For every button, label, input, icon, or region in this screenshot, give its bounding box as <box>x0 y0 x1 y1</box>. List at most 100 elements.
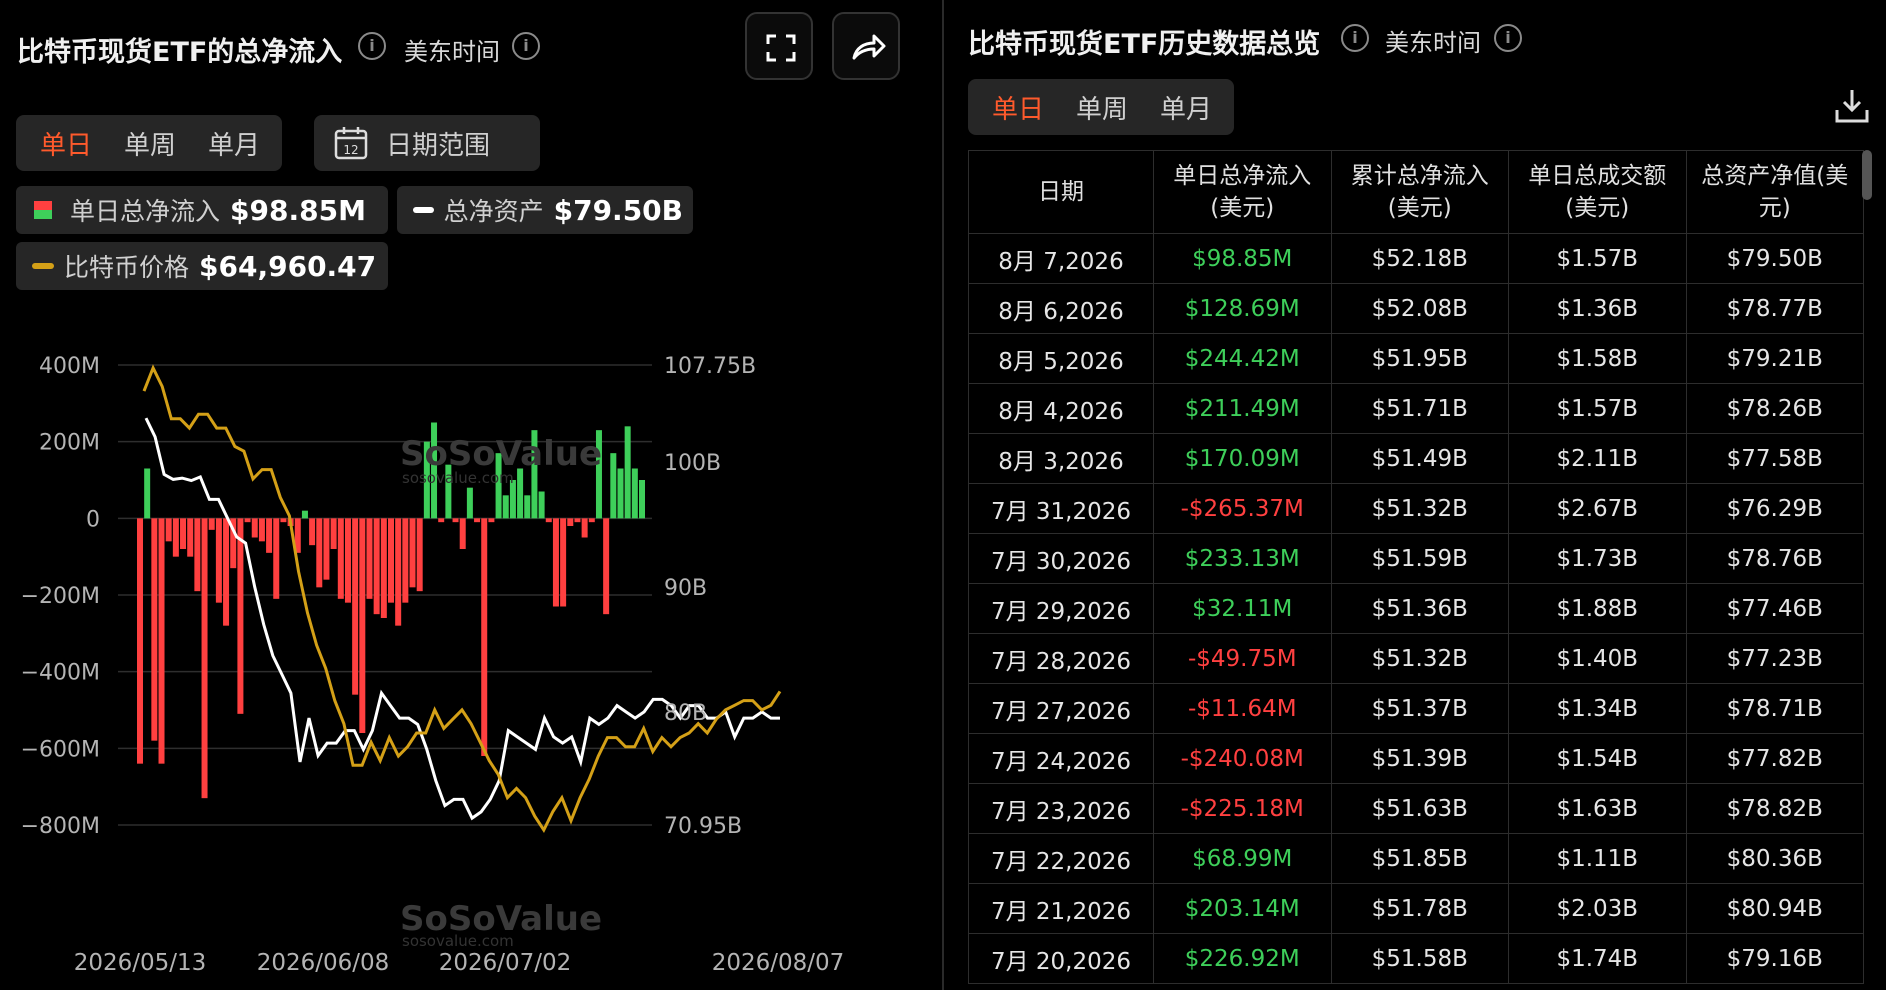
download-button[interactable] <box>1832 86 1872 130</box>
table-scrollbar[interactable] <box>1862 150 1872 200</box>
tab-daily[interactable]: 单日 <box>24 125 108 162</box>
cell-net-assets: $78.77B <box>1685 283 1864 334</box>
bar <box>639 480 645 519</box>
cell-cumulative-inflow: $52.08B <box>1330 283 1509 334</box>
watermark-url: sosovalue.com <box>402 469 514 487</box>
legend-inflow-label: 单日总净流入 <box>70 197 221 226</box>
cell-daily-volume: $1.36B <box>1508 283 1687 334</box>
bar <box>280 518 287 523</box>
tab-weekly[interactable]: 单周 <box>108 125 192 162</box>
col-cumulative-inflow[interactable]: 累计总净流入(美元) <box>1330 150 1509 234</box>
cell-daily-inflow: -$225.18M <box>1153 783 1332 834</box>
x-tick-label: 2026/05/13 <box>74 950 207 976</box>
info-icon[interactable]: i <box>1494 24 1522 52</box>
cell-net-assets: $79.21B <box>1685 333 1864 384</box>
cell-cumulative-inflow: $51.39B <box>1330 733 1509 784</box>
tab-monthly[interactable]: 单月 <box>192 125 276 162</box>
table-row: 8月 3,2026 $170.09M $51.49B $2.11B $77.58B <box>968 433 1864 484</box>
cell-net-assets: $79.50B <box>1685 233 1864 284</box>
cell-daily-volume: $1.57B <box>1508 383 1687 434</box>
cell-cumulative-inflow: $51.37B <box>1330 683 1509 734</box>
bar <box>459 518 466 549</box>
y-right-tick-label: 80B <box>664 701 707 726</box>
info-icon[interactable]: i <box>358 32 386 60</box>
cell-daily-volume: $1.73B <box>1508 533 1687 584</box>
legend-inflow[interactable]: 单日总净流入 $98.85M <box>16 186 388 234</box>
inflow-chart[interactable]: 400M 200M 0 −200M −400M −600M −800M 107.75B 100… <box>0 340 940 990</box>
col-net-assets[interactable]: 总资产净值(美元) <box>1685 150 1864 234</box>
bar <box>373 518 380 615</box>
y-right-tick-label: 107.75B <box>664 354 756 379</box>
cell-daily-volume: $1.74B <box>1508 933 1687 984</box>
panel-divider <box>942 0 944 990</box>
cell-net-assets: $78.82B <box>1685 783 1864 834</box>
cell-cumulative-inflow: $52.18B <box>1330 233 1509 284</box>
table-row: 8月 7,2026 $98.85M $52.18B $1.57B $79.50B <box>968 233 1864 284</box>
bar <box>581 518 588 538</box>
legend-assets[interactable]: 总净资产 $79.50B <box>397 186 693 234</box>
cell-date: 7月 28,2026 <box>968 633 1154 684</box>
bar <box>524 495 531 519</box>
col-daily-volume[interactable]: 单日总成交额(美元) <box>1508 150 1687 234</box>
cell-date: 7月 21,2026 <box>968 883 1154 934</box>
tab-daily[interactable]: 单日 <box>976 89 1060 126</box>
cell-daily-volume: $1.54B <box>1508 733 1687 784</box>
table-row: 7月 24,2026 -$240.08M $51.39B $1.54B $77.82B <box>968 733 1864 784</box>
cell-date: 7月 23,2026 <box>968 783 1154 834</box>
y-right-tick-label: 90B <box>664 576 707 601</box>
watermark-url: sosovalue.com <box>402 932 514 950</box>
timezone-label: 美东时间 <box>404 38 500 66</box>
line-legend-icon <box>413 207 434 213</box>
cell-date: 7月 22,2026 <box>968 833 1154 884</box>
legend-assets-value: $79.50B <box>553 193 683 227</box>
y-axis-left: 400M 200M 0 −200M −400M −600M −800M <box>21 354 100 839</box>
x-tick-label: 2026/06/08 <box>257 950 390 976</box>
bar <box>466 487 473 519</box>
date-range-button[interactable]: 12 日期范围 <box>314 115 540 171</box>
x-tick-label: 2026/07/02 <box>439 950 572 976</box>
bar <box>416 518 423 592</box>
bar <box>137 518 143 764</box>
table-row: 7月 31,2026 -$265.37M $51.32B $2.67B $76.29B <box>968 483 1864 534</box>
y-right-tick-label: 100B <box>664 451 721 476</box>
table-row: 7月 23,2026 -$225.18M $51.63B $1.63B $78.82B <box>968 783 1864 834</box>
bar <box>588 518 595 523</box>
bar-legend-icon <box>34 201 52 219</box>
info-icon[interactable]: i <box>1341 24 1369 52</box>
fullscreen-button[interactable] <box>745 12 813 80</box>
table-period-tabs: 单日 单周 单月 <box>968 79 1234 135</box>
cell-daily-volume: $1.58B <box>1508 333 1687 384</box>
table-row: 8月 6,2026 $128.69M $52.08B $1.36B $78.77B <box>968 283 1864 334</box>
bar <box>395 518 402 626</box>
cell-date: 7月 29,2026 <box>968 583 1154 634</box>
tab-monthly[interactable]: 单月 <box>1144 89 1228 126</box>
share-button[interactable] <box>832 12 900 80</box>
bar <box>344 518 351 603</box>
cell-daily-inflow: $32.11M <box>1153 583 1332 634</box>
info-icon[interactable]: i <box>512 32 540 60</box>
cell-date: 8月 3,2026 <box>968 433 1154 484</box>
cell-daily-inflow: $211.49M <box>1153 383 1332 434</box>
bar <box>402 518 409 603</box>
cell-date: 8月 7,2026 <box>968 233 1154 284</box>
table-row: 7月 20,2026 $226.92M $51.58B $1.74B $79.16B <box>968 933 1864 984</box>
calendar-icon-text: 12 <box>343 143 358 157</box>
y-tick-label: 200M <box>39 431 100 456</box>
line-legend-icon <box>32 263 54 269</box>
cell-daily-inflow: $128.69M <box>1153 283 1332 334</box>
bar <box>165 518 172 542</box>
table-row: 7月 27,2026 -$11.64M $51.37B $1.34B $78.71B <box>968 683 1864 734</box>
cell-daily-inflow: $170.09M <box>1153 433 1332 484</box>
date-range-label: 日期范围 <box>386 130 491 161</box>
col-date[interactable]: 日期 <box>968 150 1154 234</box>
cell-date: 7月 30,2026 <box>968 533 1154 584</box>
bar <box>352 518 359 695</box>
cell-date: 8月 5,2026 <box>968 333 1154 384</box>
legend-price[interactable]: 比特币价格 $64,960.47 <box>16 242 388 290</box>
tab-weekly[interactable]: 单周 <box>1060 89 1144 126</box>
col-daily-inflow[interactable]: 单日总净流入(美元) <box>1153 150 1332 234</box>
legend-assets-label: 总净资产 <box>443 197 544 226</box>
y-tick-label: −800M <box>21 814 100 839</box>
cell-daily-inflow: $203.14M <box>1153 883 1332 934</box>
cell-net-assets: $80.36B <box>1685 833 1864 884</box>
